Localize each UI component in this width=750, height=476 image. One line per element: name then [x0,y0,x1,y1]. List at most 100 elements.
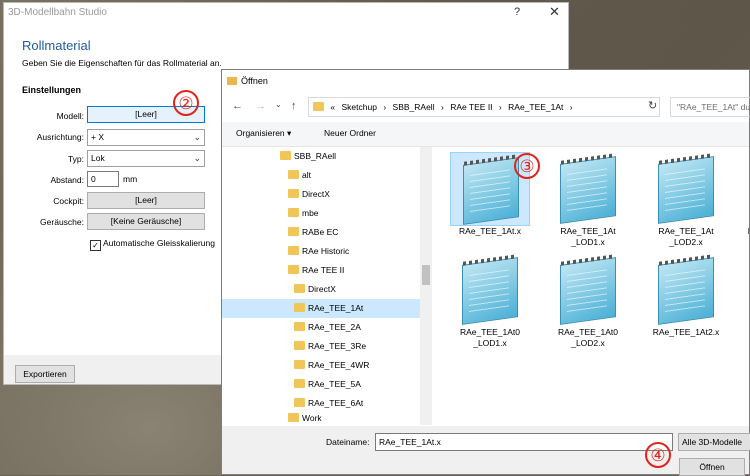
auto-scale-checkbox[interactable]: ✓ Automatische Gleisskalierung [90,238,215,251]
notepad-file-icon [741,152,749,226]
folder-icon [294,360,305,369]
notepad-file-icon [646,253,726,327]
breadcrumb-item[interactable]: RAe TEE II [450,102,492,112]
tree-item[interactable]: RAe_TEE_3Re [294,337,366,356]
breadcrumb-item[interactable]: Sketchup [341,102,376,112]
folder-icon [294,303,305,312]
tree-item[interactable]: mbe [288,204,319,223]
ausrichtung-label: Ausrichtung: [36,132,84,142]
search-input[interactable]: "RAe_TEE_1At" du [670,97,750,117]
open-dialog-title: Öffnen [227,76,268,86]
modell-label: Modell: [56,111,84,121]
folder-icon [227,77,237,85]
scrollbar-thumb[interactable] [422,265,430,285]
tree-item[interactable]: RABe EC [288,223,338,242]
filename-label: Dateiname: [326,437,370,447]
open-button[interactable]: Öffnen [679,458,745,476]
tree-item[interactable]: alt [288,166,311,185]
file-name: RAe_TEE_1At0_LOD2.x [557,327,618,348]
open-dialog-title-text: Öffnen [241,76,268,86]
tree-item[interactable]: RAe Historic [288,242,349,261]
file-item[interactable]: RAe_TEE_1At_LOD1.x [544,152,632,248]
file-item-partial[interactable]: RAe_TEE_1At0.x [737,152,749,237]
up-arrow-icon[interactable]: ↑ [291,100,297,112]
file-list: RAe_TEE_1At.x RAe_TEE_1At_LOD1.x RAe_TEE… [432,147,749,425]
file-name: RAe_TEE_1At0.x [737,226,749,237]
tree-item[interactable]: RAe_TEE_5A [294,375,361,394]
command-bar [222,122,749,147]
file-name: RAe_TEE_1At2.x [652,327,720,337]
help-icon[interactable]: ? [514,6,520,18]
folder-icon [294,322,305,331]
breadcrumb-separator: › [569,102,573,112]
file-item[interactable]: RAe_TEE_1At_LOD2.x [642,152,730,248]
checkbox-check-icon: ✓ [90,240,101,251]
ausrichtung-select[interactable]: + X ⌄ [87,129,205,146]
folder-icon [288,170,299,179]
export-button[interactable]: Exportieren [15,365,75,383]
tree-item[interactable]: Work [288,409,322,425]
tree-item[interactable]: DirectX [294,280,336,299]
breadcrumb-item[interactable]: SBB_RAell [393,102,435,112]
folder-icon [288,413,299,422]
breadcrumb-item[interactable]: RAe_TEE_1At [508,102,563,112]
chevron-down-icon: ⌄ [193,132,201,142]
annotation-step-4: ④ [645,442,671,468]
tree-item[interactable]: RAe_TEE_4WR [294,356,369,375]
folder-icon [288,227,299,236]
abstand-input[interactable]: 0 [87,171,119,187]
ausrichtung-value: + X [91,132,104,142]
new-folder-button[interactable]: Neuer Ordner [324,128,376,138]
file-item[interactable]: RAe_TEE_1At0_LOD2.x [544,253,632,349]
tree-item[interactable]: RAe TEE II [288,261,344,280]
abstand-label: Abstand: [50,175,84,185]
file-name: RAe_TEE_1At_LOD1.x [560,226,616,247]
file-name: RAe_TEE_1At0_LOD1.x [459,327,520,348]
breadcrumb-overflow[interactable]: « [330,102,335,112]
annotation-step-3: ③ [514,153,540,179]
page-subtitle: Geben Sie die Eigenschaften für das Roll… [22,58,222,68]
open-file-dialog: Öffnen ← → ⌄ ↑ « Sketchup › SBB_RAell › … [221,69,750,476]
folder-icon [294,284,305,293]
file-item[interactable]: RAe_TEE_1At0_LOD1.x [446,253,534,349]
filename-input[interactable]: RAe_TEE_1At.x [375,433,673,451]
typ-select[interactable]: Lok ⌄ [87,150,205,167]
tree-item[interactable]: SBB_RAell [280,147,336,166]
tree-scrollbar[interactable] [420,147,432,425]
file-item[interactable]: RAe_TEE_1At2.x [642,253,730,338]
cockpit-label: Cockpit: [53,196,84,206]
close-icon[interactable]: ✕ [549,4,560,20]
tree-item[interactable]: DirectX [288,185,330,204]
page-title: Rollmaterial [22,38,91,53]
organize-menu[interactable]: Organisieren ▾ [236,128,291,139]
forward-arrow-icon[interactable]: → [255,100,266,112]
address-bar[interactable]: « Sketchup › SBB_RAell › RAe TEE II › RA… [308,97,660,117]
typ-label: Typ: [67,154,84,164]
breadcrumb-separator: › [498,102,502,112]
abstand-unit: mm [123,174,138,184]
refresh-icon[interactable]: ↻ [648,99,657,112]
file-name: RAe_TEE_1At.x [459,226,521,236]
folder-icon [294,379,305,388]
geraeusche-button[interactable]: [Keine Geräusche] [87,213,205,230]
navigation-tree: SBB_RAell alt DirectX mbe RABe EC RAe Hi… [222,147,421,425]
file-type-select[interactable]: Alle 3D-Modelle [678,433,750,451]
folder-icon [288,265,299,274]
chevron-down-icon: ⌄ [193,153,201,163]
geraeusche-label: Geräusche: [40,217,84,227]
cockpit-button[interactable]: [Leer] [87,192,205,209]
breadcrumb-separator: › [383,102,387,112]
typ-value: Lok [91,153,105,163]
folder-icon [288,246,299,255]
folder-icon [288,189,299,198]
tree-item[interactable]: RAe_TEE_2A [294,318,361,337]
notepad-file-icon [646,152,726,226]
folder-icon [280,151,291,160]
tree-item-selected[interactable]: RAe_TEE_1At [222,299,420,318]
auto-scale-label: Automatische Gleisskalierung [103,238,215,248]
back-arrow-icon[interactable]: ← [232,100,243,112]
breadcrumb-separator: › [440,102,444,112]
folder-icon [294,341,305,350]
notepad-file-icon [450,253,530,327]
recent-chevron-icon[interactable]: ⌄ [275,100,282,109]
